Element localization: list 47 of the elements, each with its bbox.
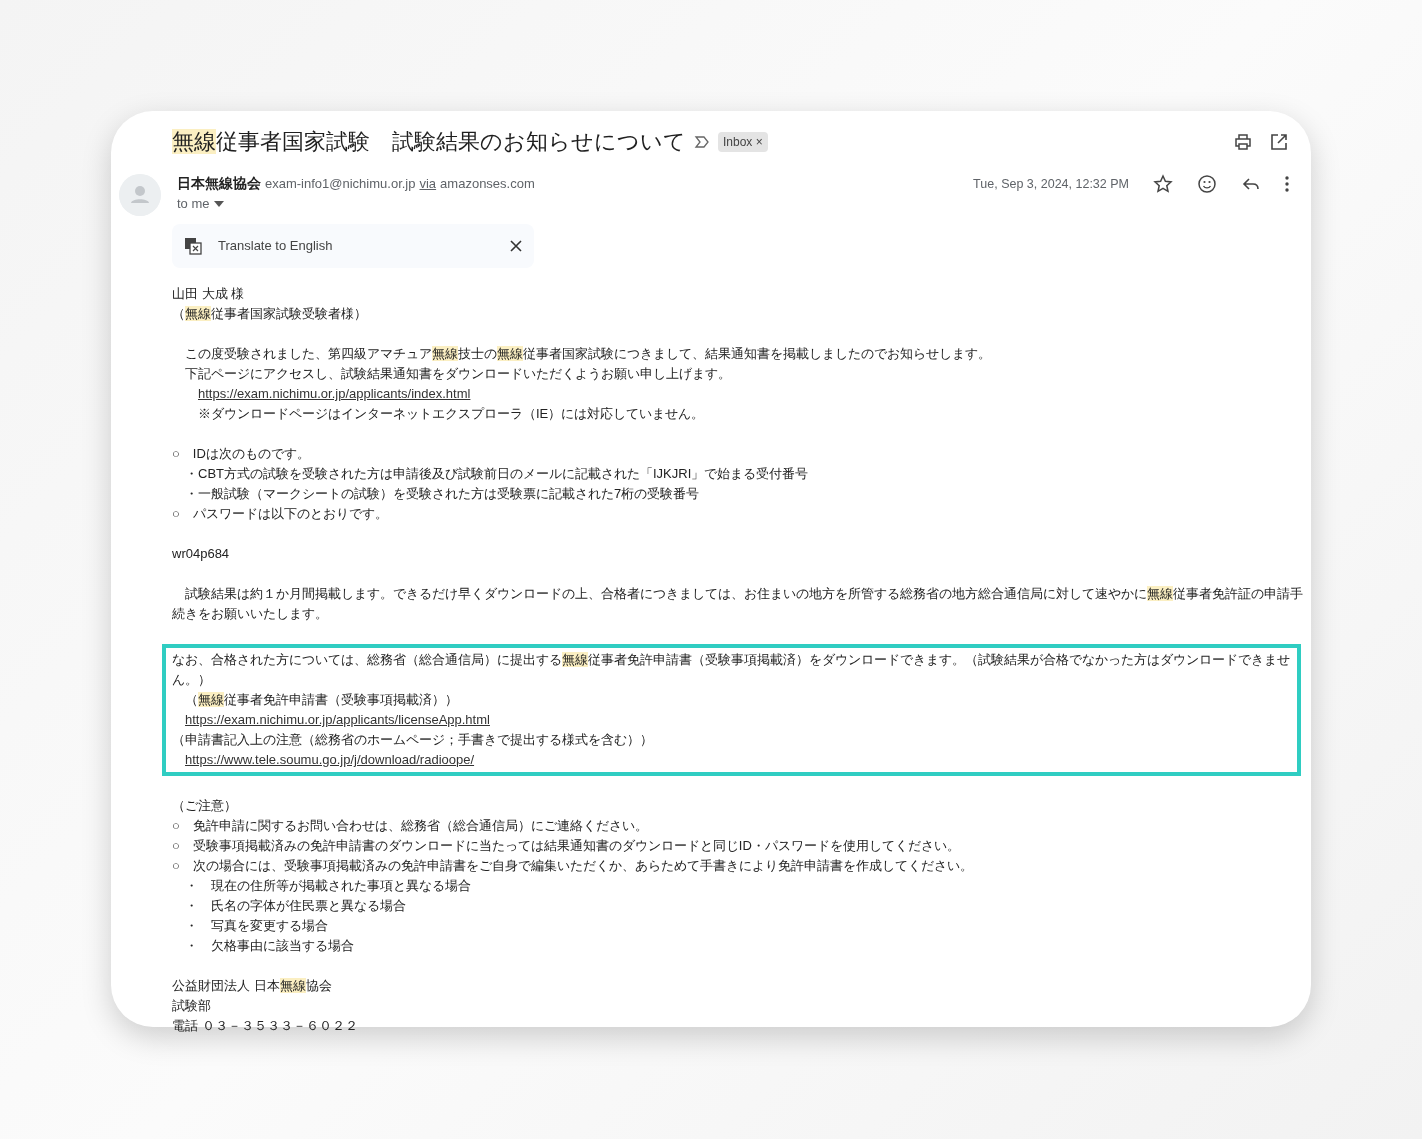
importance-marker-icon[interactable] (694, 134, 710, 149)
email-text-line: 下記ページにアクセスし、試験結果通知書をダウンロードいただくようお願い申し上げます。 (184, 365, 732, 383)
more-options-icon[interactable] (1285, 176, 1289, 193)
email-text-line: ・一般試験（マークシートの試験）を受験された方は受験票に記載された7桁の受験番号 (184, 485, 701, 503)
email-text-line: （ご注意） (172, 797, 238, 815)
email-date: Tue, Sep 3, 2024, 12:32 PM (973, 175, 1129, 193)
email-text-line: ・ 欠格事由に該当する場合 (184, 937, 355, 955)
email-link[interactable]: https://exam.nichimu.or.jp/applicants/index.html (198, 386, 471, 401)
email-text-line: ・ 写真を変更する場合 (184, 917, 329, 935)
recipient-text: to me (177, 195, 210, 214)
caret-icon[interactable] (213, 201, 224, 207)
email-text-line: 電話 ０３－３５３３－６０２２ (172, 1017, 359, 1035)
email-text-line: 試験部 (172, 997, 212, 1015)
sender-domain: amazonses.com (440, 175, 535, 194)
email-text-line: （無線従事者国家試験受験者様） (172, 305, 368, 323)
sender-name: 日本無線協会 (177, 175, 261, 193)
email-text-line: ※ダウンロードページはインターネットエクスプローラ（IE）には対応していません。 (197, 405, 706, 423)
email-text-line: ・ 氏名の字体が住民票と異なる場合 (184, 897, 407, 915)
email-text-line: wr04p684 (172, 545, 231, 563)
email-subject: 無線従事者国家試験 試験結果のお知らせについて (172, 128, 686, 156)
print-icon[interactable] (1233, 131, 1253, 152)
email-text-line: ・CBT方式の試験を受験された方は申請後及び試験前日のメールに記載された「IJKJRI」で始まる受付番号 (184, 465, 810, 483)
email-text-line: ○ 次の場合には、受験事項掲載済みの免許申請書をご自身で編集いただくか、あらためて手書きにより免許申請書を作成してください。 (172, 857, 974, 875)
sender-email: exam-info1@nichimu.or.jp (265, 175, 416, 194)
email-text-line: 山田 大成 様 (172, 285, 246, 303)
email-text-line: （無線従事者免許申請書（受験事項掲載済）） (184, 691, 459, 709)
translate-link[interactable]: Translate to English (218, 236, 333, 256)
email-text-line: ○ パスワードは以下のとおりです。 (172, 505, 389, 523)
open-in-new-window-icon[interactable] (1269, 131, 1289, 152)
translate-icon[interactable] (184, 237, 202, 255)
close-icon[interactable] (510, 240, 522, 252)
email-text-line: （申請書記入上の注意（総務省のホームページ；手書きで提出する様式を含む）） (172, 731, 654, 749)
email-text-line: この度受験されました、第四級アマチュア無線技士の無線従事者国家試験につきまして、結果通知書を掲載しましたのでお知らせします。 (184, 345, 992, 363)
email-text-line: ○ 免許申請に関するお問い合わせは、総務省（総合通信局）にご連絡ください。 (172, 817, 649, 835)
email-text-line: ○ IDは次のものです。 (172, 445, 311, 463)
emoji-icon[interactable] (1197, 174, 1217, 195)
email-link[interactable]: https://exam.nichimu.or.jp/applicants/licenseApp.html (185, 712, 490, 727)
star-icon[interactable] (1153, 174, 1173, 195)
remove-label-button[interactable]: × (755, 134, 763, 149)
email-text-line: 公益財団法人 日本無線協会 (172, 977, 333, 995)
inbox-label: Inbox × (718, 131, 768, 152)
via-link[interactable]: via (419, 174, 437, 194)
email-text-line: ・ 現在の住所等が掲載された事項と異なる場合 (184, 877, 472, 895)
email-link[interactable]: https://www.tele.soumu.go.jp/j/download/radioope/ (185, 752, 475, 767)
email-text-line: 試験結果は約１か月間掲載します。できるだけ早くダウンロードの上、合格者につきましては、お住まいの地方を所管する総務省の地方総合通信局に対して速やかに無線従事者免許証の申請手続きをお願いいたします。 (172, 585, 1304, 623)
email-text-line: ○ 受験事項掲載済みの免許申請書のダウンロードに当たっては結果通知書のダウンロードと同じID・パスワードを使用してください。 (172, 837, 961, 855)
email-text-line: なお、合格された方については、総務省（総合通信局）に提出する無線従事者免許申請書（受験事項掲載済）をダウンロードできます。（試験結果が合格でなかった方はダウンロードできません。） (172, 651, 1291, 689)
